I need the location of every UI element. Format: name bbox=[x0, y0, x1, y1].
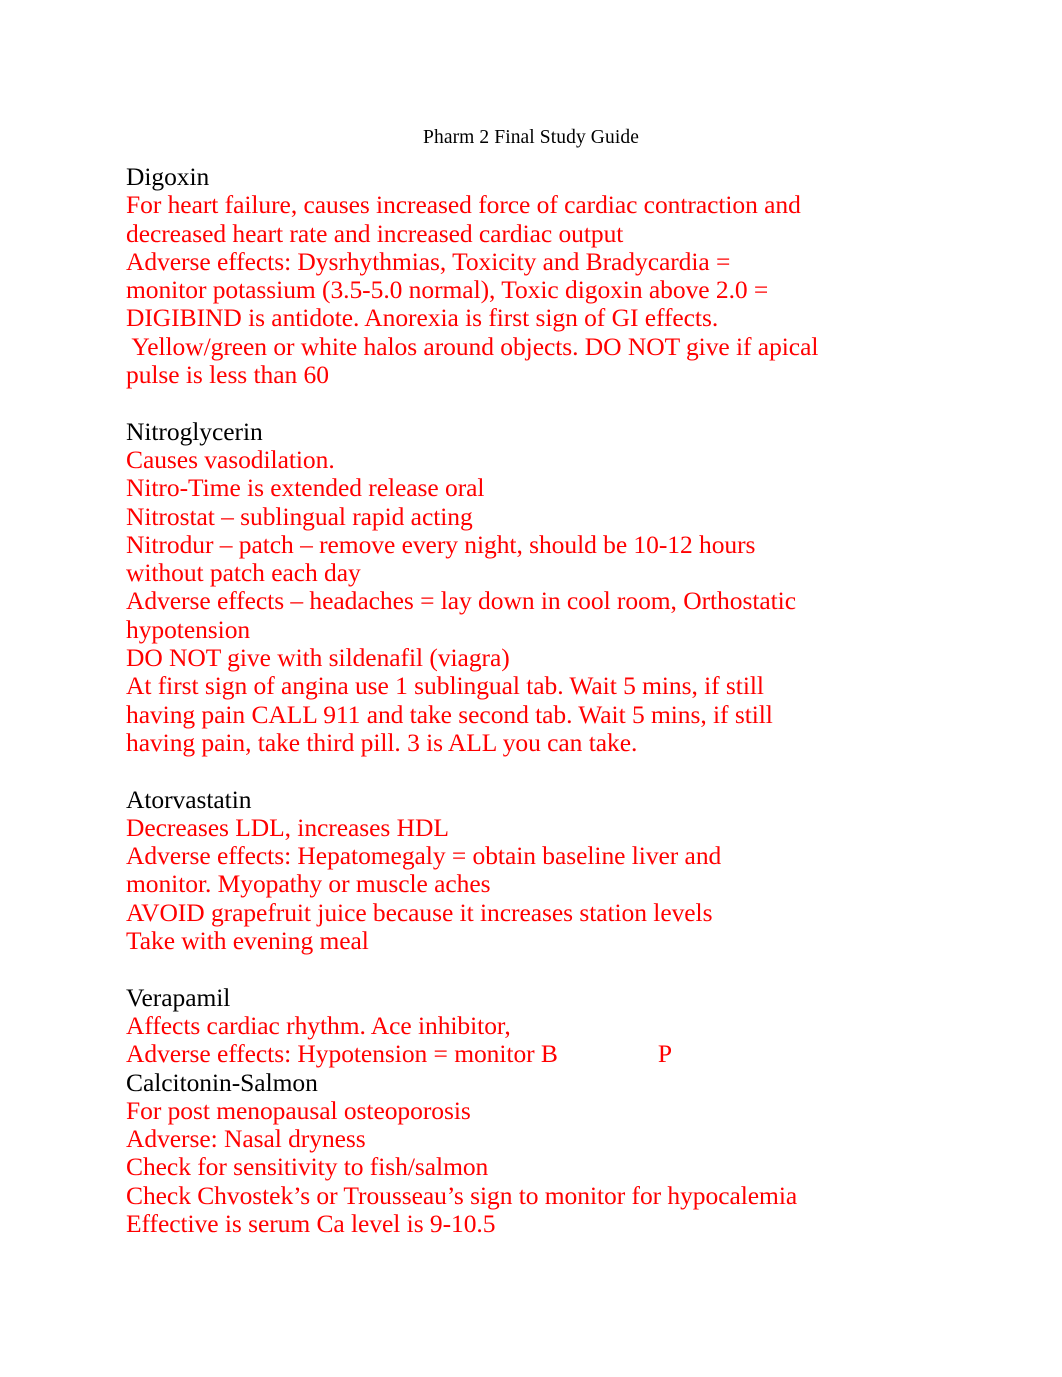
section-nitroglycerin: Nitroglycerin Causes vasodilation. Nitro… bbox=[126, 416, 916, 758]
section-line: Adverse effects: Hepatomegaly = obtain b… bbox=[126, 841, 722, 871]
section-line: Yellow/green or white halos around objec… bbox=[126, 331, 819, 361]
section-line: DIGIBIND is antidote. Anorexia is first … bbox=[126, 303, 719, 333]
section-line: hypotension bbox=[126, 614, 251, 644]
section-line: AVOID grapefruit juice because it increa… bbox=[126, 897, 713, 927]
section-line: Adverse effects – headaches = lay down i… bbox=[126, 586, 796, 616]
section-atorvastatin: Atorvastatin Decreases LDL, increases HD… bbox=[126, 784, 916, 956]
section-line: At first sign of angina use 1 sublingual… bbox=[126, 671, 764, 701]
section-line: without patch each day bbox=[126, 558, 361, 588]
page-title: Pharm 2 Final Study Guide bbox=[423, 127, 639, 148]
section-digoxin: Digoxin For heart failure, causes increa… bbox=[126, 162, 916, 390]
section-line: Nitrostat – sublingual rapid acting bbox=[126, 501, 473, 531]
section-line: Effective is serum Ca level is 9-10.5 bbox=[126, 1208, 496, 1238]
section-line-text: Adverse effects: Hypotension = monitor B bbox=[126, 1039, 558, 1069]
section-line: Nitro-Time is extended release oral bbox=[126, 473, 485, 503]
document-page: Pharm 2 Final Study Guide Digoxin For he… bbox=[0, 0, 1062, 1377]
section-line: having pain, take third pill. 3 is ALL y… bbox=[126, 727, 638, 757]
section-line: Causes vasodilation. bbox=[126, 444, 335, 474]
section-heading-nitroglycerin: Nitroglycerin bbox=[126, 416, 263, 446]
section-heading-digoxin: Digoxin bbox=[126, 162, 210, 191]
section-line: DO NOT give with sildenafil (viagra) bbox=[126, 643, 510, 673]
section-line: Check Chvostek’s or Trousseau’s sign to … bbox=[126, 1180, 798, 1210]
section-line: Decreases LDL, increases HDL bbox=[126, 812, 449, 842]
section-line: Affects cardiac rhythm. Ace inhibitor, bbox=[126, 1010, 511, 1040]
section-line: decreased heart rate and increased cardi… bbox=[126, 218, 624, 248]
section-heading-verapamil: Verapamil bbox=[126, 982, 231, 1012]
section-line: Adverse effects: Dysrhythmias, Toxicity … bbox=[126, 246, 731, 276]
section-line: Check for sensitivity to fish/salmon bbox=[126, 1152, 489, 1182]
section-line-tabbed: Adverse effects: Hypotension = monitor B… bbox=[126, 1040, 916, 1068]
section-line: For heart failure, causes increased forc… bbox=[126, 190, 801, 220]
section-line: monitor. Myopathy or muscle aches bbox=[126, 869, 491, 899]
section-heading-calcitonin-salmon: Calcitonin-Salmon bbox=[126, 1067, 318, 1097]
section-line-text-after-tab: P bbox=[657, 1039, 673, 1069]
section-line: Adverse: Nasal dryness bbox=[126, 1124, 366, 1154]
section-line: having pain CALL 911 and take second tab… bbox=[126, 699, 773, 729]
section-line: Nitrodur – patch – remove every night, s… bbox=[126, 529, 756, 559]
section-line: monitor potassium (3.5-5.0 normal), Toxi… bbox=[126, 275, 769, 305]
section-heading-atorvastatin: Atorvastatin bbox=[126, 784, 252, 814]
section-line: Take with evening meal bbox=[126, 926, 369, 956]
section-line: pulse is less than 60 bbox=[126, 360, 329, 390]
section-line: For post menopausal osteoporosis bbox=[126, 1095, 471, 1125]
section-calcitonin-salmon: Calcitonin-Salmon For post menopausal os… bbox=[126, 1067, 916, 1239]
section-verapamil: Verapamil Affects cardiac rhythm. Ace in… bbox=[126, 982, 916, 1069]
document-body: Digoxin For heart failure, causes increa… bbox=[126, 162, 916, 1239]
